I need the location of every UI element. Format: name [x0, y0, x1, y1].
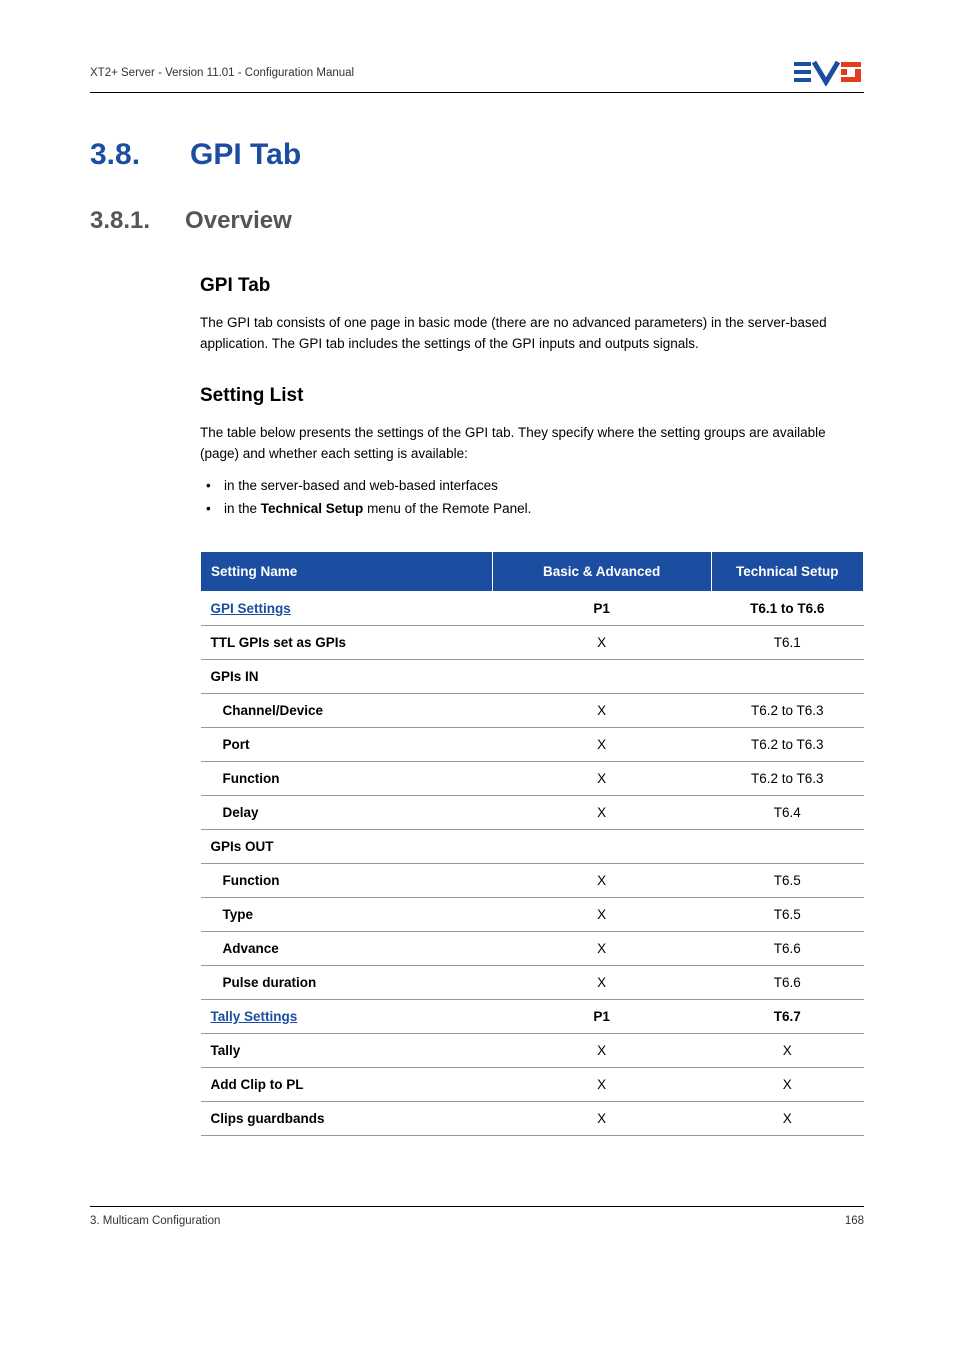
cell-basic-advanced: X	[492, 693, 711, 727]
cell-setting-name: GPIs OUT	[201, 829, 493, 863]
section-title: GPI Tab	[190, 138, 301, 172]
section-number: 3.8.	[90, 138, 140, 172]
table-row: DelayXT6.4	[201, 795, 864, 829]
cell-basic-advanced: X	[492, 965, 711, 999]
gpi-tab-paragraph: The GPI tab consists of one page in basi…	[200, 313, 864, 355]
cell-technical-setup: T6.6	[711, 931, 864, 965]
cell-setting-name: Type	[201, 897, 493, 931]
table-row: GPIs IN	[201, 659, 864, 693]
table-row: Pulse durationXT6.6	[201, 965, 864, 999]
cell-setting-name: GPIs IN	[201, 659, 493, 693]
cell-setting-name[interactable]: GPI Settings	[201, 591, 493, 625]
table-row: AdvanceXT6.6	[201, 931, 864, 965]
cell-technical-setup: X	[711, 1101, 864, 1135]
cell-setting-name: TTL GPIs set as GPIs	[201, 625, 493, 659]
subsection-heading: 3.8.1. Overview	[90, 207, 864, 235]
cell-technical-setup	[711, 829, 864, 863]
content-area: GPI Tab The GPI tab consists of one page…	[200, 275, 864, 1136]
cell-setting-name: Tally	[201, 1033, 493, 1067]
cell-setting-name: Function	[201, 761, 493, 795]
cell-technical-setup: T6.5	[711, 897, 864, 931]
cell-basic-advanced: X	[492, 625, 711, 659]
page-footer: 3. Multicam Configuration 168	[90, 1206, 864, 1227]
cell-basic-advanced: X	[492, 1033, 711, 1067]
table-header-row: Setting Name Basic & Advanced Technical …	[201, 551, 864, 591]
col-header-technical-setup: Technical Setup	[711, 551, 864, 591]
table-row: TypeXT6.5	[201, 897, 864, 931]
cell-technical-setup: T6.5	[711, 863, 864, 897]
cell-basic-advanced: P1	[492, 591, 711, 625]
footer-right: 168	[845, 1215, 864, 1227]
table-row: GPI SettingsP1T6.1 to T6.6	[201, 591, 864, 625]
table-row: Clips guardbandsXX	[201, 1101, 864, 1135]
table-row: FunctionXT6.2 to T6.3	[201, 761, 864, 795]
table-row: Add Clip to PLXX	[201, 1067, 864, 1101]
cell-technical-setup: T6.4	[711, 795, 864, 829]
cell-technical-setup: T6.1 to T6.6	[711, 591, 864, 625]
bullet-text-bold: Technical Setup	[261, 501, 364, 516]
bullet-item: in the Technical Setup menu of the Remot…	[200, 498, 864, 521]
cell-basic-advanced: X	[492, 727, 711, 761]
cell-technical-setup: T6.7	[711, 999, 864, 1033]
cell-technical-setup: T6.2 to T6.3	[711, 727, 864, 761]
table-row: Channel/DeviceXT6.2 to T6.3	[201, 693, 864, 727]
setting-list-bullets: in the server-based and web-based interf…	[200, 475, 864, 521]
cell-setting-name: Delay	[201, 795, 493, 829]
cell-basic-advanced: X	[492, 1067, 711, 1101]
cell-basic-advanced: X	[492, 897, 711, 931]
cell-technical-setup	[711, 659, 864, 693]
table-row: GPIs OUT	[201, 829, 864, 863]
cell-technical-setup: T6.2 to T6.3	[711, 693, 864, 727]
setting-list-paragraph: The table below presents the settings of…	[200, 423, 864, 465]
subsection-number: 3.8.1.	[90, 207, 150, 235]
footer-left: 3. Multicam Configuration	[90, 1215, 220, 1227]
cell-basic-advanced	[492, 829, 711, 863]
cell-technical-setup: X	[711, 1033, 864, 1067]
table-row: FunctionXT6.5	[201, 863, 864, 897]
cell-basic-advanced: X	[492, 761, 711, 795]
cell-setting-name: Channel/Device	[201, 693, 493, 727]
cell-basic-advanced: X	[492, 1101, 711, 1135]
cell-setting-name[interactable]: Tally Settings	[201, 999, 493, 1033]
cell-basic-advanced: P1	[492, 999, 711, 1033]
table-row: PortXT6.2 to T6.3	[201, 727, 864, 761]
settings-table: Setting Name Basic & Advanced Technical …	[200, 551, 864, 1136]
cell-basic-advanced	[492, 659, 711, 693]
gpi-tab-heading: GPI Tab	[200, 275, 864, 297]
cell-technical-setup: T6.2 to T6.3	[711, 761, 864, 795]
table-row: TallyXX	[201, 1033, 864, 1067]
cell-basic-advanced: X	[492, 931, 711, 965]
col-header-basic-advanced: Basic & Advanced	[492, 551, 711, 591]
subsection-title: Overview	[185, 207, 292, 235]
setting-list-heading: Setting List	[200, 385, 864, 407]
cell-technical-setup: T6.6	[711, 965, 864, 999]
page-header: XT2+ Server - Version 11.01 - Configurat…	[90, 60, 864, 93]
cell-setting-name: Clips guardbands	[201, 1101, 493, 1135]
table-row: Tally SettingsP1T6.7	[201, 999, 864, 1033]
cell-basic-advanced: X	[492, 863, 711, 897]
cell-basic-advanced: X	[492, 795, 711, 829]
cell-technical-setup: X	[711, 1067, 864, 1101]
cell-setting-name: Advance	[201, 931, 493, 965]
section-heading: 3.8. GPI Tab	[90, 138, 864, 172]
col-header-setting-name: Setting Name	[201, 551, 493, 591]
cell-setting-name: Function	[201, 863, 493, 897]
cell-setting-name: Port	[201, 727, 493, 761]
bullet-text-post: menu of the Remote Panel.	[363, 501, 531, 516]
table-row: TTL GPIs set as GPIsXT6.1	[201, 625, 864, 659]
cell-technical-setup: T6.1	[711, 625, 864, 659]
doc-title: XT2+ Server - Version 11.01 - Configurat…	[90, 67, 354, 79]
bullet-item: in the server-based and web-based interf…	[200, 475, 864, 498]
cell-setting-name: Pulse duration	[201, 965, 493, 999]
cell-setting-name: Add Clip to PL	[201, 1067, 493, 1101]
bullet-text-pre: in the	[224, 501, 261, 516]
evs-logo	[794, 60, 864, 86]
